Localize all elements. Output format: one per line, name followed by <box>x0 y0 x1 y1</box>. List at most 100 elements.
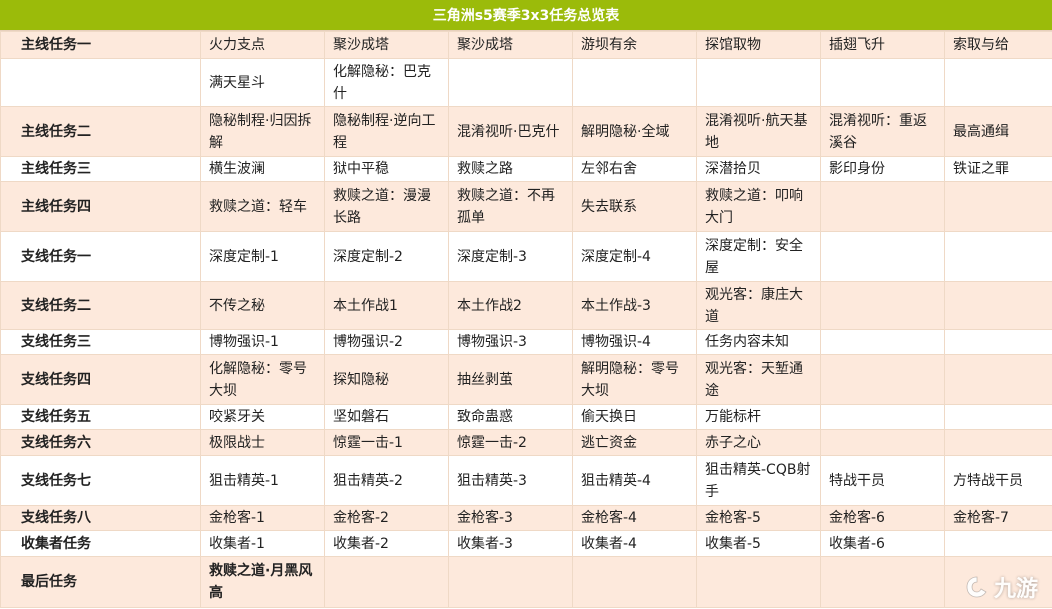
task-link[interactable]: 救赎之道：叩响大门 <box>696 181 821 232</box>
task-cell: 深潜拾贝 <box>696 156 821 182</box>
row-label: 支线任务二 <box>0 281 201 330</box>
row-label: 支线任务四 <box>0 354 201 405</box>
table-row: 支线任务五 咬紧牙关 坚如磐石 致命蛊惑 偷天换日 万能标杆 <box>0 404 1052 430</box>
task-link[interactable]: 救赎之道·月黑风高 <box>200 556 325 608</box>
task-cell <box>820 354 945 405</box>
task-cell: 深度定制-2 <box>324 231 449 282</box>
task-cell: 金枪客-3 <box>448 505 573 531</box>
task-cell: 惊霆一击-2 <box>448 429 573 456</box>
task-cell: 收集者-6 <box>820 530 945 557</box>
task-cell: 赤子之心 <box>696 429 821 456</box>
task-link[interactable]: 化解隐秘：巴克什 <box>324 58 449 107</box>
task-link[interactable]: 万能标杆 <box>696 404 821 430</box>
task-cell: 救赎之道：不再孤单 <box>448 181 573 232</box>
row-label: 支线任务八 <box>0 505 201 531</box>
task-cell: 聚沙成塔 <box>324 31 449 59</box>
jiuyou-logo-icon <box>966 576 987 598</box>
task-cell <box>944 429 1052 456</box>
task-link[interactable]: 探知隐秘 <box>324 354 449 405</box>
task-cell: 隐秘制程·逆向工程 <box>324 106 449 157</box>
task-cell: 救赎之道：轻车 <box>200 181 325 232</box>
watermark: 九游 <box>964 573 1038 602</box>
task-link[interactable]: 救赎之道：漫漫长路 <box>324 181 449 232</box>
task-cell: 金枪客-1 <box>200 505 325 531</box>
task-cell: 探馆取物 <box>696 31 821 59</box>
task-cell: 任务内容未知 <box>696 329 821 355</box>
row-label: 支线任务五 <box>0 404 201 430</box>
task-cell <box>820 429 945 456</box>
task-overview-table: 主线任务一 火力支点 聚沙成塔 聚沙成塔 游坝有余 探馆取物 插翅飞升 索取与给 满天星斗 化解隐… <box>0 31 1052 608</box>
table-row: 收集者任务 收集者-1 收集者-2 收集者-3 收集者-4 收集者-5 收集者-6 <box>0 530 1052 557</box>
task-cell: 收集者-4 <box>572 530 697 557</box>
task-cell: 方特战干员 <box>944 455 1052 506</box>
table-row: 支线任务四 化解隐秘：零号大坝 探知隐秘 抽丝剥茧 解明隐秘：零号大坝 观光客：天堑通途 <box>0 354 1052 405</box>
row-label: 主线任务二 <box>0 106 201 157</box>
task-cell: 本土作战-3 <box>572 281 697 330</box>
row-label: 主线任务一 <box>0 31 201 59</box>
task-cell: 收集者-2 <box>324 530 449 557</box>
task-cell: 索取与给 <box>944 31 1052 59</box>
task-link[interactable]: 最高通缉 <box>944 106 1052 157</box>
task-link[interactable]: 失去联系 <box>572 181 697 232</box>
table-row: 支线任务二 不传之秘 本土作战1 本土作战2 本土作战-3 观光客：康庄大道 <box>0 281 1052 330</box>
row-label: 支线任务七 <box>0 455 201 506</box>
task-cell: 金枪客-2 <box>324 505 449 531</box>
task-cell <box>944 58 1052 107</box>
table-row: 主线任务三 横生波澜 狱中平稳 救赎之路 左邻右舍 深潜拾贝 影印身份 铁证之罪 <box>0 156 1052 182</box>
task-cell: 博物强识-1 <box>200 329 325 355</box>
task-cell <box>696 58 821 107</box>
task-cell <box>944 404 1052 430</box>
task-link[interactable]: 混淆视听·航天基地 <box>696 106 821 157</box>
task-cell: 聚沙成塔 <box>448 31 573 59</box>
task-cell: 火力支点 <box>200 31 325 59</box>
task-cell: 逃亡资金 <box>572 429 697 456</box>
task-cell: 抽丝剥茧 <box>448 354 573 405</box>
task-cell <box>944 281 1052 330</box>
table-row: 主线任务四 救赎之道：轻车 救赎之道：漫漫长路 救赎之道：不再孤单 失去联系 救赎之道：叩… <box>0 181 1052 232</box>
task-link[interactable]: 满天星斗 <box>200 58 325 107</box>
task-cell: 金枪客-4 <box>572 505 697 531</box>
task-cell: 金枪客-6 <box>820 505 945 531</box>
row-label <box>0 58 201 107</box>
task-cell: 收集者-5 <box>696 530 821 557</box>
task-link[interactable]: 狙击精英-CQB射手 <box>696 455 821 506</box>
task-cell <box>944 231 1052 282</box>
task-cell: 深度定制-4 <box>572 231 697 282</box>
task-cell <box>820 181 945 232</box>
task-link[interactable]: 化解隐秘：零号大坝 <box>200 354 325 405</box>
task-cell <box>820 404 945 430</box>
task-cell <box>944 530 1052 557</box>
task-cell: 狙击精英-2 <box>324 455 449 506</box>
task-cell: 左邻右舍 <box>572 156 697 182</box>
task-cell: 解明隐秘·全域 <box>572 106 697 157</box>
task-cell: 深度定制-3 <box>448 231 573 282</box>
task-link[interactable]: 金枪客-7 <box>944 505 1052 531</box>
task-cell <box>944 329 1052 355</box>
task-link[interactable]: 观光客：天堑通途 <box>696 354 821 405</box>
row-label: 支线任务三 <box>0 329 201 355</box>
task-cell <box>324 556 449 608</box>
table-row: 满天星斗 化解隐秘：巴克什 <box>0 58 1052 107</box>
task-cell: 博物强识-3 <box>448 329 573 355</box>
task-cell: 博物强识-4 <box>572 329 697 355</box>
task-cell: 本土作战2 <box>448 281 573 330</box>
task-link[interactable]: 混淆视听：重返溪谷 <box>820 106 945 157</box>
task-cell <box>820 556 945 608</box>
row-label: 主线任务四 <box>0 181 201 232</box>
table-row: 支线任务七 狙击精英-1 狙击精英-2 狙击精英-3 狙击精英-4 狙击精英-CQB射手特… <box>0 455 1052 506</box>
task-cell: 狱中平稳 <box>324 156 449 182</box>
task-cell: 狙击精英-1 <box>200 455 325 506</box>
task-cell: 插翅飞升 <box>820 31 945 59</box>
row-label: 支线任务一 <box>0 231 201 282</box>
task-cell: 狙击精英-4 <box>572 455 697 506</box>
task-cell: 深度定制-1 <box>200 231 325 282</box>
row-label: 最后任务 <box>0 556 201 608</box>
task-link[interactable]: 混淆视听·巴克什 <box>448 106 573 157</box>
table-row: 主线任务二 隐秘制程·归因拆解 隐秘制程·逆向工程 混淆视听·巴克什 解明隐秘·全域 混淆… <box>0 106 1052 157</box>
table-row: 支线任务三 博物强识-1 博物强识-2 博物强识-3 博物强识-4 任务内容未知 <box>0 329 1052 355</box>
task-cell <box>944 354 1052 405</box>
task-cell: 坚如磐石 <box>324 404 449 430</box>
task-link[interactable]: 隐秘制程·归因拆解 <box>200 106 325 157</box>
row-label: 支线任务六 <box>0 429 201 456</box>
task-link[interactable]: 观光客：康庄大道 <box>696 281 821 330</box>
